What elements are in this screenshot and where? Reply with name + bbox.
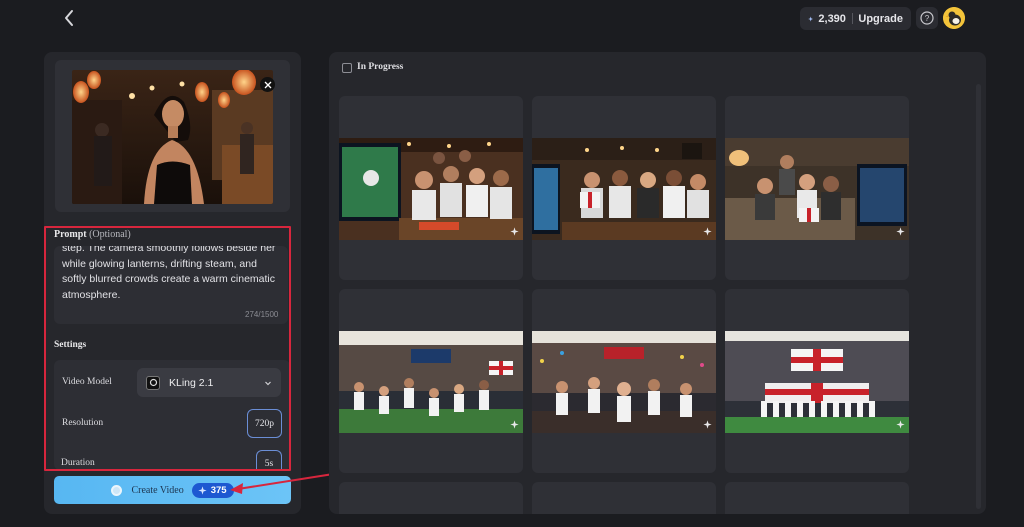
svg-text:?: ? (925, 14, 930, 23)
result-thumbnail (532, 138, 716, 240)
sparkle-icon (510, 420, 519, 429)
night-market-photo (72, 70, 273, 204)
remove-image-button[interactable] (260, 77, 275, 92)
sparkle-icon (896, 420, 905, 429)
credits-upgrade-button[interactable]: 2,390 Upgrade (800, 7, 911, 30)
credits-amount: 2,390 (818, 12, 846, 25)
living-room-tv-shock-thumbnail (339, 138, 523, 240)
chevron-left-icon (65, 10, 73, 26)
result-card[interactable] (725, 482, 909, 514)
results-scrollbar[interactable] (976, 84, 981, 509)
result-card[interactable] (339, 482, 523, 514)
sparkle-icon (510, 227, 519, 236)
sparkle-icon (896, 227, 905, 236)
result-card[interactable] (725, 96, 909, 280)
result-card[interactable] (339, 289, 523, 473)
living-room-tv-watch-thumbnail (532, 138, 716, 240)
living-room-tv-tense-thumbnail (725, 138, 909, 240)
help-button[interactable]: ? (916, 7, 938, 29)
close-icon (264, 81, 271, 88)
result-card[interactable] (532, 289, 716, 473)
credit-gem-icon (198, 485, 207, 495)
stadium-players-celebrate-thumbnail (339, 331, 523, 433)
result-thumbnail (339, 138, 523, 240)
in-progress-label: In Progress (357, 62, 404, 72)
result-card[interactable] (532, 482, 716, 514)
stadium-goal-celebration-thumbnail (532, 331, 716, 433)
back-button[interactable] (58, 6, 82, 30)
sparkle-icon (703, 227, 712, 236)
user-avatar[interactable] (943, 7, 965, 29)
sparkle-icon (703, 420, 712, 429)
result-thumbnail (725, 331, 909, 433)
in-progress-checkbox[interactable] (342, 63, 352, 73)
result-card[interactable] (339, 96, 523, 280)
result-card[interactable] (532, 96, 716, 280)
credit-gem-icon (808, 16, 814, 21)
annotation-highlight-box (44, 226, 291, 471)
upgrade-label: Upgrade (858, 12, 903, 25)
duck-avatar-icon (943, 7, 965, 29)
source-image (72, 70, 273, 204)
result-thumbnail (725, 138, 909, 240)
result-thumbnail (532, 331, 716, 433)
result-card[interactable] (725, 289, 909, 473)
create-video-label: Create Video (131, 484, 184, 496)
stadium-team-anthem-thumbnail (725, 331, 909, 433)
result-thumbnail (339, 331, 523, 433)
loading-icon (111, 484, 123, 496)
help-circle-icon: ? (920, 11, 934, 25)
